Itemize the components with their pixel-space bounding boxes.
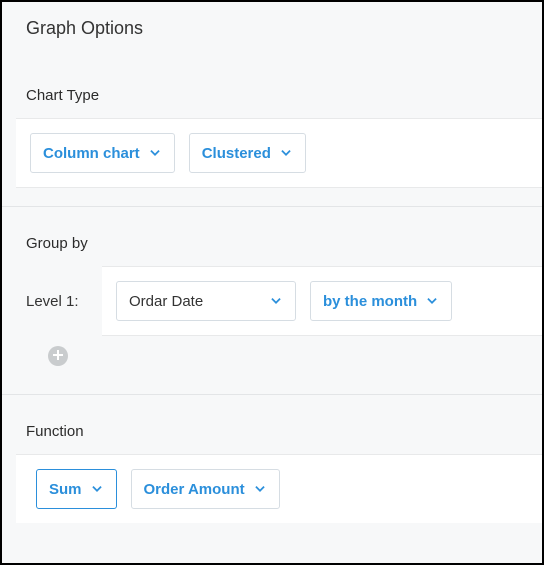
group-by-bucket-dropdown[interactable]: by the month [310,281,452,321]
group-by-level-row: Level 1: Ordar Date by the month [2,266,542,336]
chart-type-section: Chart Type Column chart Clustered [2,47,542,188]
panel-title: Graph Options [2,2,542,47]
target-field-value: Order Amount [144,481,245,498]
graph-options-panel: Graph Options Chart Type Column chart Cl… [0,0,544,565]
chart-type-row: Column chart Clustered [16,118,542,188]
chevron-down-icon [279,146,293,160]
add-level-row [2,336,542,376]
chevron-down-icon [269,294,283,308]
function-section: Function Sum Order Amount [2,395,542,523]
chart-layout-value: Clustered [202,145,271,162]
chevron-down-icon [253,482,267,496]
target-field-dropdown[interactable]: Order Amount [131,469,280,509]
chart-type-value: Column chart [43,145,140,162]
chevron-down-icon [90,482,104,496]
aggregate-dropdown[interactable]: Sum [36,469,117,509]
chart-type-dropdown[interactable]: Column chart [30,133,175,173]
group-by-bucket-value: by the month [323,293,417,310]
add-level-button[interactable] [48,346,68,366]
group-by-section: Group by Level 1: Ordar Date by the mont… [2,207,542,376]
chart-type-label: Chart Type [2,47,542,118]
group-by-field-value: Ordar Date [129,293,203,310]
chart-layout-dropdown[interactable]: Clustered [189,133,306,173]
group-by-controls: Ordar Date by the month [102,266,542,336]
chevron-down-icon [148,146,162,160]
chevron-down-icon [425,294,439,308]
level-1-label: Level 1: [26,293,79,310]
aggregate-value: Sum [49,481,82,498]
plus-icon [53,347,63,365]
function-label: Function [2,395,542,454]
group-by-field-dropdown[interactable]: Ordar Date [116,281,296,321]
function-row: Sum Order Amount [16,454,542,523]
group-by-label: Group by [2,207,542,266]
